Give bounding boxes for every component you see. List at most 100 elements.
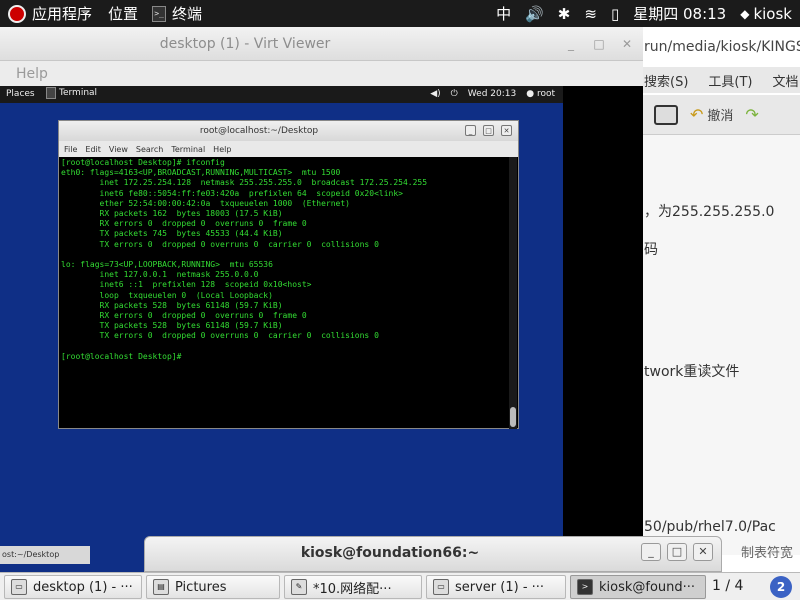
taskbar-item-label: server (1) - ··· [455, 579, 545, 595]
taskbar-item-server[interactable]: ▭ server (1) - ··· [426, 575, 566, 599]
terminal-line: TX errors 0 dropped 0 overruns 0 carrier… [61, 239, 379, 249]
terminal-line: lo: flags=73<UP,LOOPBACK,RUNNING> mtu 65… [61, 260, 273, 270]
top-panel: 应用程序 位置 >_ 终端 中 🔊 ✱ ≋ ▯ 星期四 08:13 ◆ kios… [0, 0, 800, 27]
guest-terminal-window: root@localhost:~/Desktop _ □ ✕ File Edit… [58, 120, 519, 429]
virt-viewer-title: desktop (1) - Virt Viewer [159, 36, 331, 52]
editor-menubar: 搜索(S) 工具(T) 文档 [640, 67, 800, 93]
terminal-line: inet 172.25.254.128 netmask 255.255.255.… [61, 178, 428, 188]
bottom-taskbar: ▭ desktop (1) - ··· ▤ Pictures ✎ *10.网络配… [0, 572, 800, 600]
kiosk-terminal-title: kiosk@foundation66:~ [300, 545, 480, 561]
places-menu[interactable]: 位置 [100, 0, 146, 27]
kiosk-minimize-button[interactable]: _ [641, 543, 661, 561]
active-app-menu[interactable]: >_ 终端 [146, 3, 208, 24]
guest-active-app-label: Terminal [59, 88, 98, 98]
undo-button[interactable]: ↶ 撤消 [690, 105, 733, 124]
guest-active-app[interactable]: Terminal [46, 87, 97, 99]
guest-top-panel: Places Terminal ◀) ⏻ Wed 20:13 ● root [0, 86, 563, 103]
taskbar-item-label: desktop (1) - ··· [33, 579, 133, 595]
workspace-switcher-icon[interactable]: 2 [770, 576, 792, 598]
virt-viewer-icon: ▭ [11, 579, 27, 595]
undo-label: 撤消 [707, 109, 734, 124]
background-editor-window: run/media/kiosk/KINGS 搜索(S) 工具(T) 文档 ↶ 撤… [640, 27, 800, 572]
guest-clock[interactable]: Wed 20:13 [468, 89, 516, 99]
virt-viewer-titlebar[interactable]: desktop (1) - Virt Viewer _ □ ✕ [0, 27, 643, 61]
taskbar-item-desktop[interactable]: ▭ desktop (1) - ··· [4, 575, 142, 599]
maximize-button[interactable]: □ [591, 36, 607, 52]
taskbar-item-pictures[interactable]: ▤ Pictures [146, 575, 280, 599]
minimize-button[interactable]: _ [563, 36, 579, 52]
terminal-line: loop txqueuelen 0 (Local Loopback) [61, 290, 273, 300]
undo-icon: ↶ [690, 105, 704, 124]
folder-icon: ▤ [153, 579, 169, 595]
guest-terminal-title: root@localhost:~/Desktop [199, 126, 319, 136]
user-icon: ◆ [740, 6, 750, 21]
editor-menu-documents[interactable]: 文档 [773, 71, 799, 90]
terminal-line: TX packets 745 bytes 45533 (44.4 KiB) [61, 229, 283, 239]
editor-toolbar: ↶ 撤消 ↷ [640, 95, 800, 135]
clock[interactable]: 星期四 08:13 [633, 3, 726, 24]
guest-user-menu[interactable]: ● root [526, 89, 555, 99]
terminal-line: RX errors 0 dropped 0 overruns 0 frame 0 [61, 219, 307, 229]
terminal-line: [root@localhost Desktop]# ifconfig [61, 158, 225, 167]
guest-power-icon[interactable]: ⏻ [451, 89, 458, 99]
redo-icon[interactable]: ↷ [745, 105, 758, 124]
virt-viewer-icon: ▭ [433, 579, 449, 595]
guest-menu-terminal[interactable]: Terminal [171, 145, 205, 154]
kiosk-close-button[interactable]: ✕ [693, 543, 713, 561]
editor-menu-tools[interactable]: 工具(T) [708, 71, 752, 90]
guest-terminal-scrollbar[interactable] [509, 157, 517, 429]
editor-menu-search[interactable]: 搜索(S) [644, 71, 688, 90]
close-button[interactable]: ✕ [619, 36, 635, 52]
guest-terminal-menubar: File Edit View Search Terminal Help [59, 141, 518, 157]
places-label: 位置 [108, 5, 139, 23]
user-name: kiosk [753, 4, 792, 23]
guest-menu-view[interactable]: View [109, 145, 128, 154]
text-editor-icon: ✎ [291, 579, 307, 595]
terminal-line: ether 52:54:00:00:42:0a txqueuelen 1000 … [61, 198, 350, 208]
active-app-label: 终端 [172, 5, 203, 23]
guest-menu-search[interactable]: Search [136, 145, 163, 154]
terminal-app-icon: >_ [152, 5, 167, 22]
guest-minimize-button[interactable]: _ [465, 125, 476, 136]
battery-icon[interactable]: ▯ [611, 5, 619, 23]
guest-terminal-icon [46, 87, 56, 99]
guest-menu-help[interactable]: Help [213, 145, 231, 154]
guest-terminal-titlebar[interactable]: root@localhost:~/Desktop _ □ ✕ [59, 121, 518, 141]
taskbar-item-editor[interactable]: ✎ *10.网络配··· [284, 575, 422, 599]
editor-line: 码 [644, 242, 658, 258]
volume-icon[interactable]: 🔊 [525, 5, 544, 23]
guest-scrollbar-thumb[interactable] [510, 407, 516, 427]
print-icon[interactable] [654, 104, 678, 125]
terminal-line: inet 127.0.0.1 netmask 255.0.0.0 [61, 270, 259, 280]
guest-terminal-output[interactable]: [root@localhost Desktop]# ifconfig eth0: … [59, 157, 509, 429]
editor-line: twork重读文件 [644, 364, 740, 380]
terminal-line: RX errors 0 dropped 0 overruns 0 frame 0 [61, 311, 307, 321]
guest-places-menu[interactable]: Places [6, 89, 35, 99]
terminal-line: eth0: flags=4163<UP,BROADCAST,RUNNING,MU… [61, 168, 341, 178]
guest-volume-icon[interactable]: ◀) [430, 89, 440, 99]
guest-menu-file[interactable]: File [64, 145, 77, 154]
terminal-line: TX packets 528 bytes 61148 (59.7 KiB) [61, 321, 283, 331]
kiosk-terminal-window[interactable]: kiosk@foundation66:~ _ □ ✕ [144, 536, 722, 572]
input-method-indicator[interactable]: 中 [496, 3, 511, 24]
guest-desktop[interactable]: Places Terminal ◀) ⏻ Wed 20:13 ● root ro… [0, 86, 643, 572]
user-menu[interactable]: ◆ kiosk [740, 5, 792, 23]
taskbar-item-label: kiosk@found··· [599, 579, 696, 595]
workspace-pager[interactable]: 1 / 4 [712, 578, 743, 594]
taskbar-item-label: *10.网络配··· [313, 581, 392, 597]
guest-user-name: root [536, 89, 555, 99]
editor-line: 50/pub/rhel7.0/Pac [644, 519, 776, 535]
bluetooth-icon[interactable]: ✱ [558, 5, 571, 23]
guest-close-button[interactable]: ✕ [501, 125, 512, 136]
guest-menu-edit[interactable]: Edit [85, 145, 101, 154]
guest-maximize-button[interactable]: □ [483, 125, 494, 136]
editor-text-area[interactable]: ，为255.255.255.0 码 twork重读文件 50/pub/rhel7… [640, 135, 800, 555]
menu-help[interactable]: Help [16, 66, 48, 82]
redhat-logo-icon [8, 4, 26, 23]
taskbar-item-kiosk-terminal[interactable]: > kiosk@found··· [570, 575, 706, 599]
guest-taskbar-item[interactable]: ost:~/Desktop [0, 546, 90, 564]
applications-menu[interactable]: 应用程序 [0, 0, 100, 27]
wifi-icon[interactable]: ≋ [584, 5, 597, 23]
kiosk-maximize-button[interactable]: □ [667, 543, 687, 561]
